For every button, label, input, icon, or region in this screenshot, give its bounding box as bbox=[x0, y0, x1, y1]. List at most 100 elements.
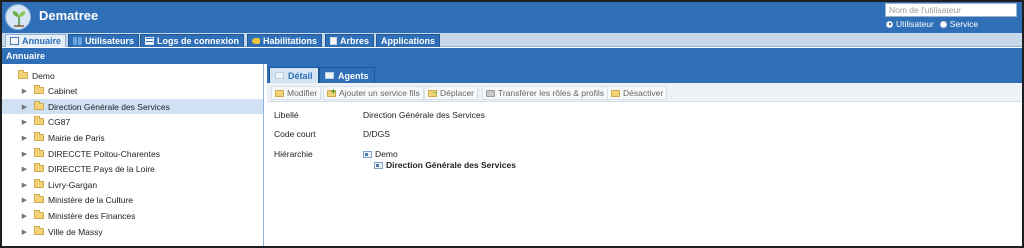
tree-item-label: Ville de Massy bbox=[48, 226, 103, 237]
deactivate-button[interactable]: Désactiver bbox=[607, 86, 668, 100]
expand-arrow-icon[interactable]: ▶ bbox=[21, 181, 28, 189]
move-button[interactable]: Déplacer bbox=[424, 86, 479, 100]
transfer-icon bbox=[486, 89, 495, 97]
tree-item-label: Ministère des Finances bbox=[48, 210, 136, 221]
book-icon bbox=[10, 37, 19, 45]
expand-arrow-icon[interactable]: ▶ bbox=[21, 103, 28, 111]
folder-icon bbox=[34, 101, 44, 110]
tab-detail-label: Détail bbox=[288, 70, 313, 81]
tab-annuaire-label: Annuaire bbox=[22, 36, 62, 46]
tab-agents[interactable]: Agents bbox=[319, 67, 375, 83]
service-node-icon bbox=[363, 150, 372, 158]
tree-root-demo[interactable]: Demo bbox=[2, 68, 263, 83]
tree-item-label: Direction Générale des Services bbox=[48, 101, 170, 112]
expand-arrow-icon[interactable]: ▶ bbox=[21, 196, 28, 204]
tree-item-direccte-poitou[interactable]: ▶ DIRECCTE Poitou-Charentes bbox=[2, 146, 263, 161]
transfer-roles-button[interactable]: Transférer les rôles & profils bbox=[482, 86, 608, 100]
tab-detail[interactable]: Détail bbox=[269, 67, 319, 83]
service-node-icon bbox=[374, 161, 383, 169]
libelle-label: Libellé bbox=[274, 110, 299, 120]
folder-move-icon bbox=[428, 87, 439, 97]
tab-applications-label: Applications bbox=[381, 36, 436, 46]
hierarchy-root-node[interactable]: Demo bbox=[363, 149, 398, 159]
tree-item-cg87[interactable]: ▶ CG87 bbox=[2, 114, 263, 129]
app-title: Dematree bbox=[39, 8, 99, 23]
tree-item-livry-gargan[interactable]: ▶ Livry-Gargan bbox=[2, 177, 263, 192]
tab-arbres[interactable]: Arbres bbox=[325, 34, 375, 47]
folder-icon bbox=[34, 163, 44, 172]
hierarchie-label: Hiérarchie bbox=[274, 149, 313, 159]
search-scope-radio-group: Utilisateur Service bbox=[886, 19, 981, 29]
hierarchy-child-node[interactable]: Direction Générale des Services bbox=[374, 160, 516, 170]
radio-service-label: Service bbox=[949, 19, 979, 29]
tree-item-cabinet[interactable]: ▶ Cabinet bbox=[2, 83, 263, 98]
tree-item-ministere-culture[interactable]: ▶ Ministère de la Culture bbox=[2, 192, 263, 207]
users-icon bbox=[73, 37, 82, 45]
expand-arrow-icon[interactable]: ▶ bbox=[21, 212, 28, 220]
tree-item-ministere-finances[interactable]: ▶ Ministère des Finances bbox=[2, 208, 263, 223]
tree-item-ville-de-massy[interactable]: ▶ Ville de Massy bbox=[2, 224, 263, 239]
folder-icon bbox=[34, 179, 44, 188]
expand-arrow-icon[interactable]: ▶ bbox=[21, 165, 28, 173]
main-nav: Annuaire Utilisateurs Logs de connexion … bbox=[2, 33, 1022, 47]
detail-panel: Détail Agents Modifier Ajouter un servic… bbox=[267, 64, 1022, 246]
transfer-label: Transférer les rôles & profils bbox=[498, 88, 604, 98]
tab-habilitations-label: Habilitations bbox=[263, 36, 318, 46]
expand-arrow-icon[interactable]: ▶ bbox=[21, 118, 28, 126]
tab-annuaire[interactable]: Annuaire bbox=[5, 34, 67, 47]
expand-arrow-icon[interactable]: ▶ bbox=[21, 134, 28, 142]
log-grid-icon bbox=[145, 37, 154, 45]
radio-utilisateur[interactable] bbox=[886, 20, 893, 28]
folder-icon bbox=[18, 70, 28, 79]
tree-item-label: Livry-Gargan bbox=[48, 179, 98, 190]
tree-item-label: Ministère de la Culture bbox=[48, 194, 134, 205]
modify-button[interactable]: Modifier bbox=[271, 86, 322, 100]
section-title: Annuaire bbox=[2, 48, 1022, 64]
app-logo-icon bbox=[5, 4, 31, 30]
tree-item-mairie-de-paris[interactable]: ▶ Mairie de Paris bbox=[2, 130, 263, 145]
tab-utilisateurs-label: Utilisateurs bbox=[85, 36, 135, 46]
top-header: Dematree Utilisateur Service bbox=[2, 2, 1022, 33]
code-court-label: Code court bbox=[274, 129, 316, 139]
detail-card-icon bbox=[275, 72, 284, 79]
app-window: Dematree Utilisateur Service Annuaire Ut… bbox=[0, 0, 1024, 248]
tab-agents-label: Agents bbox=[338, 70, 369, 81]
tree-root-label: Demo bbox=[32, 70, 55, 81]
hierarchy-child-label: Direction Générale des Services bbox=[386, 160, 516, 170]
folder-icon bbox=[34, 116, 44, 125]
radio-utilisateur-label: Utilisateur bbox=[896, 19, 934, 29]
folder-icon bbox=[34, 148, 44, 157]
tree-item-label: DIRECCTE Poitou-Charentes bbox=[48, 148, 160, 159]
hierarchy-root-label: Demo bbox=[375, 149, 398, 159]
add-child-label: Ajouter un service fils bbox=[339, 88, 420, 98]
modify-label: Modifier bbox=[287, 88, 318, 98]
tab-applications[interactable]: Applications bbox=[376, 34, 441, 47]
radio-service[interactable] bbox=[939, 20, 947, 28]
move-label: Déplacer bbox=[440, 88, 475, 98]
add-child-service-button[interactable]: Ajouter un service fils bbox=[323, 86, 424, 100]
deactivate-label: Désactiver bbox=[623, 88, 664, 98]
expand-arrow-icon[interactable]: ▶ bbox=[21, 228, 28, 236]
tree-item-label: CG87 bbox=[48, 116, 71, 127]
tree-item-label: DIRECCTE Pays de la Loire bbox=[48, 163, 155, 174]
folder-icon bbox=[34, 132, 44, 141]
expand-arrow-icon[interactable]: ▶ bbox=[21, 150, 28, 158]
tree-item-label: Mairie de Paris bbox=[48, 132, 105, 143]
tab-habilitations[interactable]: Habilitations bbox=[247, 34, 323, 47]
folder-icon bbox=[34, 226, 44, 235]
code-court-value: D/DGS bbox=[363, 129, 390, 139]
tab-logs-de-connexion[interactable]: Logs de connexion bbox=[140, 34, 245, 47]
libelle-value: Direction Générale des Services bbox=[363, 110, 485, 120]
folder-icon bbox=[34, 210, 44, 219]
user-search-input[interactable] bbox=[885, 3, 1017, 17]
key-icon bbox=[252, 38, 260, 44]
tree-item-direction-generale[interactable]: ▶ Direction Générale des Services bbox=[2, 99, 263, 114]
folder-add-icon bbox=[327, 87, 336, 97]
tree-item-label: Cabinet bbox=[48, 85, 78, 96]
tree-item-direccte-loire[interactable]: ▶ DIRECCTE Pays de la Loire bbox=[2, 161, 263, 176]
expand-arrow-icon[interactable]: ▶ bbox=[21, 87, 28, 95]
folder-deactivate-icon bbox=[611, 89, 620, 97]
tab-utilisateurs[interactable]: Utilisateurs bbox=[68, 34, 140, 47]
tree-doc-icon bbox=[330, 37, 337, 45]
folder-edit-icon bbox=[275, 89, 284, 97]
